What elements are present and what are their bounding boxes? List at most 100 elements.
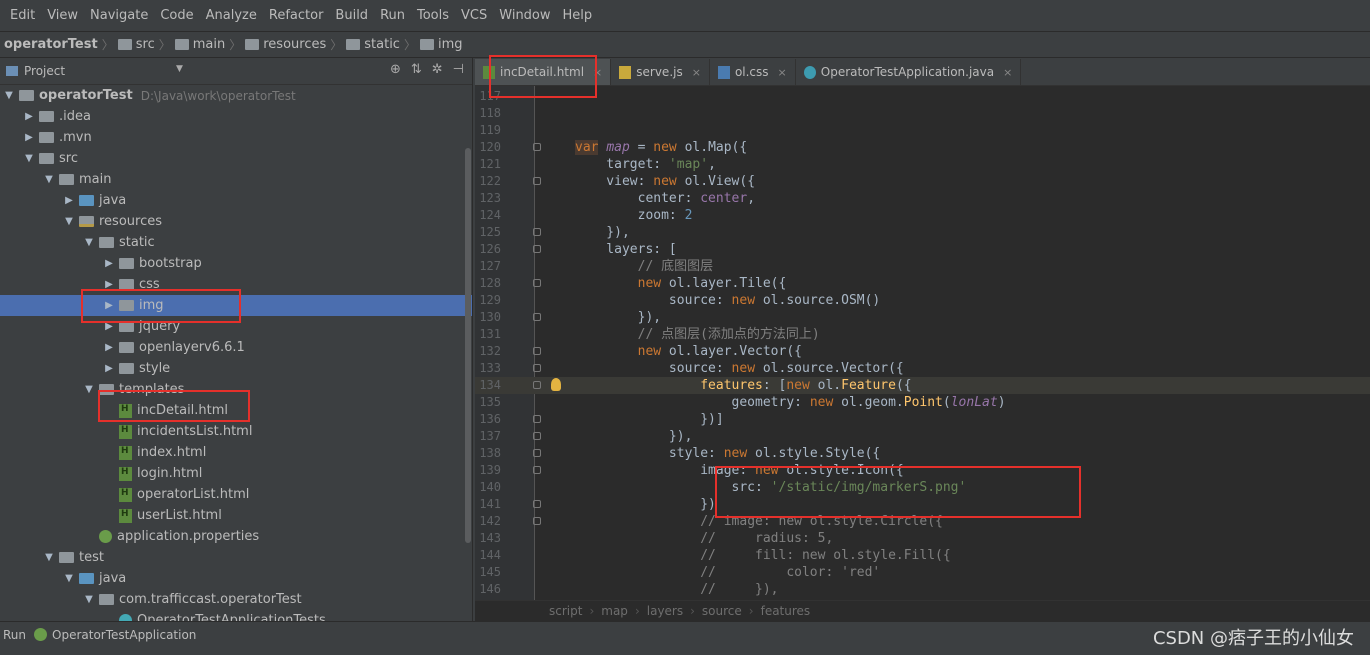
tree-item[interactable]: ▼ resources [0,211,472,232]
tree-item[interactable]: ▼ com.trafficcast.operatorTest [0,589,472,610]
expanded-arrow-icon[interactable]: ▼ [42,552,56,563]
tree-item[interactable]: ▶ .idea [0,106,472,127]
menu-item-build[interactable]: Build [329,8,374,23]
collapsed-arrow-icon[interactable]: ▶ [102,258,116,269]
menu-item-code[interactable]: Code [154,8,199,23]
editor-tab[interactable]: serve.js × [611,59,710,85]
collapsed-arrow-icon[interactable]: ▶ [62,195,76,206]
menu-item-run[interactable]: Run [374,8,411,23]
fold-marker-icon[interactable] [533,432,541,440]
code-line[interactable]: 141 }) [475,496,1370,513]
code-line[interactable]: 144 // fill: new ol.style.Fill({ [475,547,1370,564]
tree-item[interactable]: ▼ test [0,547,472,568]
menu-item-view[interactable]: View [41,8,84,23]
expanded-arrow-icon[interactable]: ▼ [82,594,96,605]
breadcrumb-item[interactable]: static [342,37,404,52]
menu-item-tools[interactable]: Tools [411,8,455,23]
expanded-arrow-icon[interactable]: ▼ [82,384,96,395]
expanded-arrow-icon[interactable]: ▼ [2,90,16,101]
close-icon[interactable]: × [593,66,602,79]
tree-item[interactable]: ▶ java [0,190,472,211]
code-line[interactable]: 127 // 底图图层 [475,258,1370,275]
expanded-arrow-icon[interactable]: ▼ [62,216,76,227]
code-line[interactable]: 140 src: '/static/img/markerS.png' [475,479,1370,496]
fold-marker-icon[interactable] [533,228,541,236]
breadcrumb-item[interactable]: resources [241,37,330,52]
menu-item-refactor[interactable]: Refactor [263,8,330,23]
editor-tab[interactable]: ol.css × [710,59,796,85]
tree-item[interactable]: incidentsList.html [0,421,472,442]
code-line[interactable]: 130 }), [475,309,1370,326]
run-config-name[interactable]: OperatorTestApplication [52,628,196,642]
code-line[interactable]: 119 [475,122,1370,139]
scrollbar[interactable] [465,148,471,543]
code-line[interactable]: 118 [475,105,1370,122]
tree-item[interactable]: ▶ openlayerv6.6.1 [0,337,472,358]
code-line[interactable]: 146 // }), [475,581,1370,598]
collapsed-arrow-icon[interactable]: ▶ [102,279,116,290]
editor-tab[interactable]: incDetail.html × [475,59,612,85]
menu-item-navigate[interactable]: Navigate [84,8,154,23]
tree-item[interactable]: ▶ bootstrap [0,253,472,274]
code-line[interactable]: 137 }), [475,428,1370,445]
expanded-arrow-icon[interactable]: ▼ [62,573,76,584]
code-line[interactable]: 124 zoom: 2 [475,207,1370,224]
tree-item[interactable]: ▼ templates [0,379,472,400]
tree-item[interactable]: ▶ style [0,358,472,379]
tree-item[interactable]: ▶ jquery [0,316,472,337]
fold-marker-icon[interactable] [533,466,541,474]
editor-breadcrumb-item[interactable]: map [597,604,632,618]
code-line[interactable]: 145 // color: 'red' [475,564,1370,581]
fold-marker-icon[interactable] [533,177,541,185]
chevron-down-icon[interactable]: ▼ [176,64,183,74]
code-line[interactable]: 123 center: center, [475,190,1370,207]
fold-marker-icon[interactable] [533,500,541,508]
breadcrumb-item[interactable]: src [114,37,159,52]
close-icon[interactable]: × [1003,66,1012,79]
code-line[interactable]: 129 source: new ol.source.OSM() [475,292,1370,309]
fold-marker-icon[interactable] [533,143,541,151]
menu-item-window[interactable]: Window [493,8,556,23]
breadcrumb-item[interactable]: main [171,37,229,52]
editor-breadcrumb-item[interactable]: source [698,604,746,618]
code-line[interactable]: 135 geometry: new ol.geom.Point(lonLat) [475,394,1370,411]
breadcrumb-item[interactable]: img [416,37,467,52]
code-line[interactable]: 126 layers: [ [475,241,1370,258]
project-panel-header[interactable]: Project ▼ ⊕ ⇅ ✲ ⊣ [0,58,472,85]
tree-item[interactable]: application.properties [0,526,472,547]
fold-marker-icon[interactable] [533,381,541,389]
editor-breadcrumb-item[interactable]: script [545,604,586,618]
code-line[interactable]: 132 new ol.layer.Vector({ [475,343,1370,360]
breadcrumb-item[interactable]: operatorTest [0,37,102,52]
code-editor[interactable]: 117 118 119 120 var map = new ol.Map({121 ta… [475,86,1370,600]
code-line[interactable]: 131 // 点图层(添加点的方法同上) [475,326,1370,343]
tree-item[interactable]: ▼ java [0,568,472,589]
code-line[interactable]: 136 })] [475,411,1370,428]
code-line[interactable]: 142 // image: new ol.style.Circle({ [475,513,1370,530]
collapsed-arrow-icon[interactable]: ▶ [22,111,36,122]
run-label[interactable]: Run [0,628,26,642]
editor-breadcrumb-item[interactable]: features [757,604,815,618]
tree-item[interactable]: login.html [0,463,472,484]
fold-marker-icon[interactable] [533,279,541,287]
tree-item[interactable]: incDetail.html [0,400,472,421]
menu-item-vcs[interactable]: VCS [455,8,493,23]
code-line[interactable]: 125 }), [475,224,1370,241]
fold-marker-icon[interactable] [533,347,541,355]
lightbulb-icon[interactable] [551,378,561,391]
fold-marker-icon[interactable] [533,415,541,423]
collapsed-arrow-icon[interactable]: ▶ [102,300,116,311]
code-line[interactable]: 120 var map = new ol.Map({ [475,139,1370,156]
expanded-arrow-icon[interactable]: ▼ [82,237,96,248]
hide-panel-icon[interactable]: ⊣ [453,62,464,77]
code-line[interactable]: 139 image: new ol.style.Icon({ [475,462,1370,479]
tree-item[interactable]: ▶ .mvn [0,127,472,148]
code-line[interactable]: 143 // radius: 5, [475,530,1370,547]
menu-item-help[interactable]: Help [557,8,599,23]
code-line[interactable]: 128 new ol.layer.Tile({ [475,275,1370,292]
collapse-all-icon[interactable]: ⇅ [411,62,422,77]
code-line[interactable]: 121 target: 'map', [475,156,1370,173]
locate-icon[interactable]: ⊕ [390,62,401,77]
expanded-arrow-icon[interactable]: ▼ [22,153,36,164]
tree-item[interactable]: index.html [0,442,472,463]
